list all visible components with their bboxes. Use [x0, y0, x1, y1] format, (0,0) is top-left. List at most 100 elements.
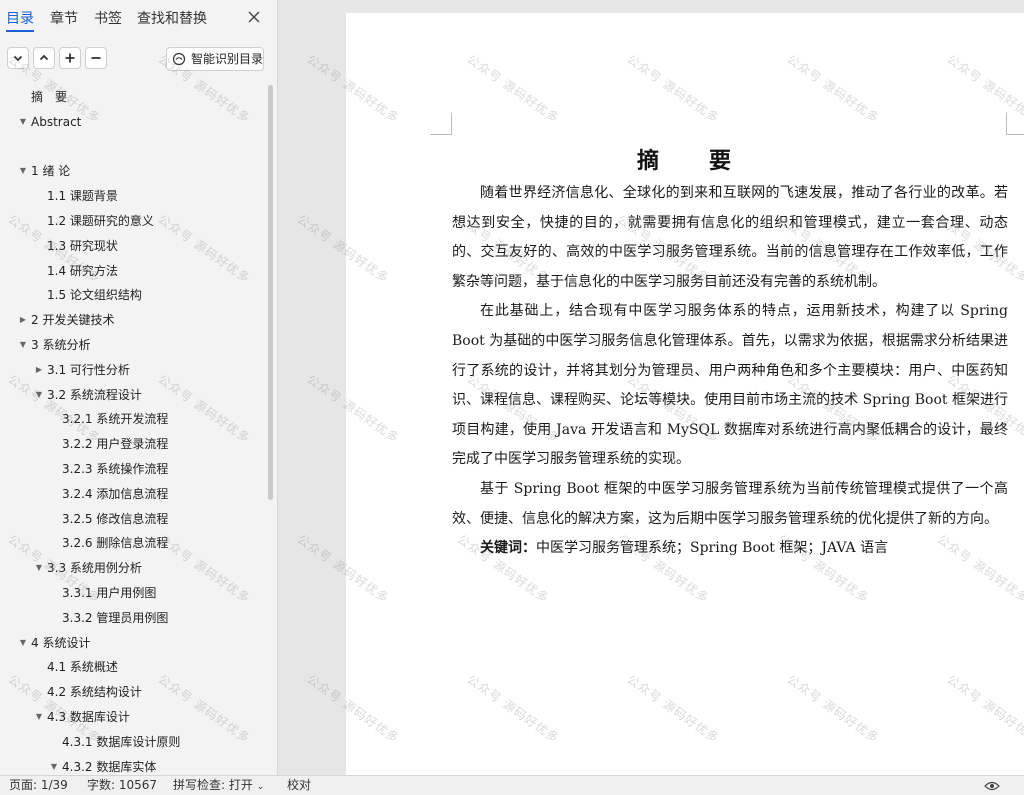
toc-item[interactable]: ▼ 4.3 数据库设计 — [0, 705, 266, 730]
tab-bookmarks[interactable]: 书签 — [94, 8, 122, 28]
proofread-button[interactable]: 校对 — [287, 776, 311, 795]
toc-toolbar: 智能识别目录 — [0, 47, 277, 71]
chevron-up-icon — [39, 54, 49, 61]
tab-toc[interactable]: 目录 — [6, 8, 34, 32]
chevron-down-icon — [13, 55, 23, 62]
caret-down-icon[interactable]: ▼ — [18, 159, 28, 184]
toc-item-label: 4 系统设计 — [31, 635, 91, 650]
toc-item-label: 3.2.2 用户登录流程 — [62, 437, 169, 452]
caret-down-icon[interactable]: ▼ — [18, 631, 28, 656]
smart-toc-icon — [172, 52, 186, 66]
nav-tabs: 目录 章节 书签 查找和替换 — [0, 0, 277, 36]
toc-item-label: 1.5 论文组织结构 — [47, 288, 142, 303]
navigation-pane: 目录 章节 书签 查找和替换 智能识别目录 摘 要 ▼ Abstract ▼ 1 绪 论… — [0, 0, 278, 775]
toc-item-label: 2 开发关键技术 — [31, 313, 115, 328]
toc-item[interactable]: 3.3.2 管理员用例图 — [0, 606, 266, 631]
toc-item-label: 3.2.1 系统开发流程 — [62, 412, 169, 427]
toc-item[interactable]: 3.2.4 添加信息流程 — [0, 482, 266, 507]
page-title: 摘 要 — [636, 148, 745, 174]
chevron-down-icon: ⌄ — [256, 782, 265, 792]
caret-down-icon[interactable]: ▼ — [34, 705, 44, 730]
toc-item[interactable]: 3.2.3 系统操作流程 — [0, 457, 266, 482]
crop-mark — [430, 113, 452, 135]
toc-item-label: 4.1 系统概述 — [47, 660, 118, 675]
tab-find-replace[interactable]: 查找和替换 — [137, 8, 207, 28]
toc-item-label: 4.3 数据库设计 — [47, 709, 130, 724]
toc-scrollbar[interactable] — [268, 85, 273, 500]
toc-item-label: 4.3.2 数据库实体 — [62, 759, 157, 774]
smart-toc-button[interactable]: 智能识别目录 — [166, 47, 264, 71]
toc-item[interactable]: ▼ 3.2 系统流程设计 — [0, 383, 266, 408]
keywords-line: 关键词：中医学习服务管理系统；Spring Boot 框架；JAVA 语言 — [452, 534, 1008, 564]
caret-right-icon[interactable]: ▶ — [18, 308, 28, 333]
crop-mark — [1006, 113, 1024, 135]
toc-item-label: 3.1 可行性分析 — [47, 362, 130, 377]
toc-item-label: 3.2 系统流程设计 — [47, 387, 142, 402]
toc-item-label: 1.1 课题背景 — [47, 189, 118, 204]
toc-item-label: 1.2 课题研究的意义 — [47, 213, 154, 228]
toc-item[interactable]: 1.4 研究方法 — [0, 259, 266, 284]
toc-item[interactable]: 3.3.1 用户用例图 — [0, 581, 266, 606]
minus-icon — [91, 57, 101, 59]
toc-item[interactable] — [0, 135, 266, 160]
eye-icon[interactable] — [984, 780, 1000, 792]
toc-item-label: 3.2.3 系统操作流程 — [62, 461, 169, 476]
toc-item[interactable]: ▼ 4.3.2 数据库实体 — [0, 755, 266, 775]
toc-item-label: 1 绪 论 — [31, 164, 71, 179]
toc-item[interactable]: 3.2.2 用户登录流程 — [0, 432, 266, 457]
caret-right-icon[interactable]: ▶ — [34, 358, 44, 383]
expand-level-button[interactable] — [7, 47, 29, 69]
document-area: 摘 要 随着世界经济信息化、全球化的到来和互联网的飞速发展，推动了各行业的改革。… — [279, 0, 1024, 775]
toc-item-label: 3.3.1 用户用例图 — [62, 585, 157, 600]
abstract-paragraph: 在此基础上，结合现有中医学习服务体系的特点，运用新技术，构建了以 Spring … — [452, 303, 1008, 468]
caret-down-icon[interactable]: ▼ — [34, 383, 44, 408]
toc-item[interactable]: 3.2.6 删除信息流程 — [0, 531, 266, 556]
toc-item[interactable]: 4.2 系统结构设计 — [0, 680, 266, 705]
toc-item[interactable]: ▼ 3 系统分析 — [0, 333, 266, 358]
toc-item-label: 3.2.4 添加信息流程 — [62, 486, 169, 501]
caret-down-icon[interactable]: ▼ — [34, 556, 44, 581]
caret-down-icon[interactable]: ▼ — [18, 110, 28, 135]
smart-toc-label: 智能识别目录 — [191, 52, 264, 66]
keywords-label: 关键词： — [480, 540, 536, 557]
spellcheck-toggle[interactable]: 拼写检查: 打开 ⌄ — [173, 776, 264, 795]
abstract-paragraph: 随着世界经济信息化、全球化的到来和互联网的飞速发展，推动了各行业的改革。若想达到… — [452, 185, 1008, 290]
toc-item[interactable]: 1.3 研究现状 — [0, 234, 266, 259]
caret-down-icon[interactable]: ▼ — [49, 755, 59, 775]
toc-item[interactable]: 1.1 课题背景 — [0, 184, 266, 209]
toc-item[interactable]: ▶ 2 开发关键技术 — [0, 308, 266, 333]
toc-item[interactable]: ▼ 3.3 系统用例分析 — [0, 556, 266, 581]
toc-item[interactable]: 3.2.5 修改信息流程 — [0, 507, 266, 532]
tab-chapters[interactable]: 章节 — [50, 8, 78, 28]
toc-item-label: 3 系统分析 — [31, 337, 91, 352]
toc-item[interactable]: 摘 要 — [0, 85, 266, 110]
toc-item[interactable]: 4.1 系统概述 — [0, 655, 266, 680]
toc-item[interactable]: 3.2.1 系统开发流程 — [0, 407, 266, 432]
keywords-text: 中医学习服务管理系统；Spring Boot 框架；JAVA 语言 — [536, 540, 889, 557]
abstract-paragraph: 基于 Spring Boot 框架的中医学习服务管理系统为当前传统管理模式提供了… — [452, 480, 1008, 527]
collapse-all-button[interactable] — [85, 47, 107, 69]
toc-item-label: 3.2.6 删除信息流程 — [62, 536, 169, 551]
spellcheck-label: 拼写检查: 打开 — [173, 778, 253, 792]
caret-down-icon[interactable]: ▼ — [18, 333, 28, 358]
toc-item[interactable]: ▼ Abstract — [0, 110, 266, 135]
abstract-body: 随着世界经济信息化、全球化的到来和互联网的飞速发展，推动了各行业的改革。若想达到… — [452, 179, 1008, 564]
toc-item[interactable]: ▼ 4 系统设计 — [0, 631, 266, 656]
close-icon[interactable] — [246, 9, 262, 25]
expand-all-button[interactable] — [59, 47, 81, 69]
toc-item[interactable]: ▼ 1 绪 论 — [0, 159, 266, 184]
toc-item-label: 3.3 系统用例分析 — [47, 561, 142, 576]
toc-item[interactable]: 1.5 论文组织结构 — [0, 283, 266, 308]
toc-item-label: 4.2 系统结构设计 — [47, 685, 142, 700]
word-count[interactable]: 字数: 10567 — [87, 776, 157, 795]
status-bar: 页面: 1/39 字数: 10567 拼写检查: 打开 ⌄ 校对 — [0, 775, 1024, 795]
page-indicator[interactable]: 页面: 1/39 — [9, 776, 68, 795]
toc-item[interactable]: 1.2 课题研究的意义 — [0, 209, 266, 234]
collapse-level-button[interactable] — [33, 47, 55, 69]
toc-item[interactable]: ▶ 3.1 可行性分析 — [0, 358, 266, 383]
toc-item-label: 4.3.1 数据库设计原则 — [62, 734, 181, 749]
document-page[interactable]: 摘 要 随着世界经济信息化、全球化的到来和互联网的飞速发展，推动了各行业的改革。… — [346, 13, 1024, 775]
toc-item[interactable]: 4.3.1 数据库设计原则 — [0, 730, 266, 755]
toc-item-label: 3.2.5 修改信息流程 — [62, 511, 169, 526]
toc-item-label: Abstract — [31, 114, 82, 129]
